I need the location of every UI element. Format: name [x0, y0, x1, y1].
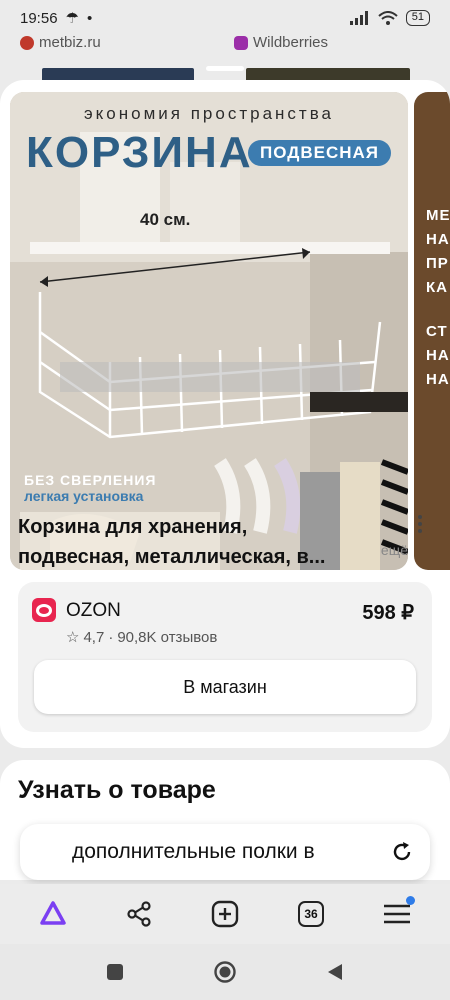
ozon-logo-icon: [32, 598, 56, 622]
image-caption-top: экономия пространства: [84, 104, 334, 123]
plus-icon: [211, 900, 239, 928]
product-title-line2: подвесная, металлическая, в...: [18, 546, 326, 568]
battery-icon: 51: [405, 10, 430, 26]
image-caption-feature2: легкая установка: [24, 488, 144, 504]
system-nav-bar: [0, 944, 450, 1000]
circle-icon: [214, 961, 236, 983]
menu-icon: [384, 904, 410, 924]
signal-icon: [349, 11, 368, 25]
side-image-text-7: НА: [426, 347, 450, 364]
share-button[interactable]: [117, 892, 161, 936]
image-caption-dimension: 40 см.: [140, 210, 191, 229]
go-to-store-button[interactable]: В магазин: [34, 660, 416, 714]
tabs-count-icon: 36: [298, 901, 324, 927]
learn-title: Узнать о товаре: [18, 776, 216, 804]
side-image-text-2: НА: [426, 231, 450, 248]
star-icon: ☆: [66, 629, 80, 646]
alice-icon: [40, 901, 66, 925]
next-product-image[interactable]: МЕ НА ПР КА СТ НА НА: [414, 92, 450, 570]
wildberries-logo-icon: [234, 35, 248, 50]
notification-dot: [406, 896, 415, 905]
back-button[interactable]: [315, 952, 355, 992]
more-link[interactable]: ещё: [381, 542, 408, 558]
umbrella-icon: ☂: [65, 10, 79, 27]
product-card: экономия пространства КОРЗИНА ПОДВЕСНАЯ …: [0, 80, 450, 748]
image-caption-badge: ПОДВЕСНАЯ: [248, 140, 391, 166]
status-bar: 19:56 ☂ • 51: [0, 0, 450, 36]
shop-name[interactable]: OZON: [66, 600, 121, 622]
side-image-text-6: СТ: [426, 323, 448, 340]
rating-separator: ·: [108, 628, 114, 646]
side-image-text-4: КА: [426, 279, 448, 296]
site-favicon-icon: [20, 35, 34, 50]
dot-icon: •: [87, 9, 93, 27]
refresh-icon[interactable]: [390, 840, 414, 864]
back-triangle-icon: [328, 964, 342, 980]
side-image-text-1: МЕ: [426, 207, 450, 224]
image-caption-feature1: БЕЗ СВЕРЛЕНИЯ: [24, 472, 157, 488]
price: 598 ₽: [362, 602, 414, 624]
reviews-count: 90,8K отзывов: [117, 628, 218, 646]
menu-button[interactable]: [375, 892, 419, 936]
clock: 19:56: [20, 9, 58, 27]
background-page: metbiz.ru Wildberries: [0, 32, 450, 88]
rating-value: 4,7: [83, 628, 105, 646]
tabs-button[interactable]: 36: [289, 892, 333, 936]
side-image-text-8: НА: [426, 371, 450, 388]
share-icon: [127, 901, 151, 927]
status-left: 19:56 ☂ •: [20, 9, 93, 28]
recents-button[interactable]: [95, 952, 135, 992]
sheet-handle[interactable]: [206, 66, 244, 71]
status-right: 51: [349, 10, 430, 26]
search-bar[interactable]: дополнительные полки в: [20, 824, 430, 880]
rating: ☆ 4,7 · 90,8K отзывов: [66, 628, 218, 647]
product-title[interactable]: Корзина для хранения, подвесная, металли…: [18, 512, 398, 572]
square-icon: [107, 964, 123, 980]
browser-toolbar: 36: [0, 884, 450, 944]
alice-button[interactable]: [31, 892, 75, 936]
product-title-line1: Корзина для хранения,: [18, 516, 248, 538]
more-options-icon[interactable]: [412, 512, 428, 536]
side-image-text-3: ПР: [426, 255, 449, 272]
search-query[interactable]: дополнительные полки в: [72, 840, 315, 864]
site-metbiz: metbiz.ru: [20, 34, 101, 51]
site-wildberries: Wildberries: [234, 34, 328, 51]
offer-block: OZON 598 ₽ ☆ 4,7 · 90,8K отзывов В магаз…: [18, 582, 432, 732]
wifi-icon: [378, 11, 398, 25]
home-button[interactable]: [205, 952, 245, 992]
product-image[interactable]: экономия пространства КОРЗИНА ПОДВЕСНАЯ …: [10, 92, 408, 570]
new-tab-button[interactable]: [203, 892, 247, 936]
image-caption-title: КОРЗИНА: [26, 128, 253, 177]
